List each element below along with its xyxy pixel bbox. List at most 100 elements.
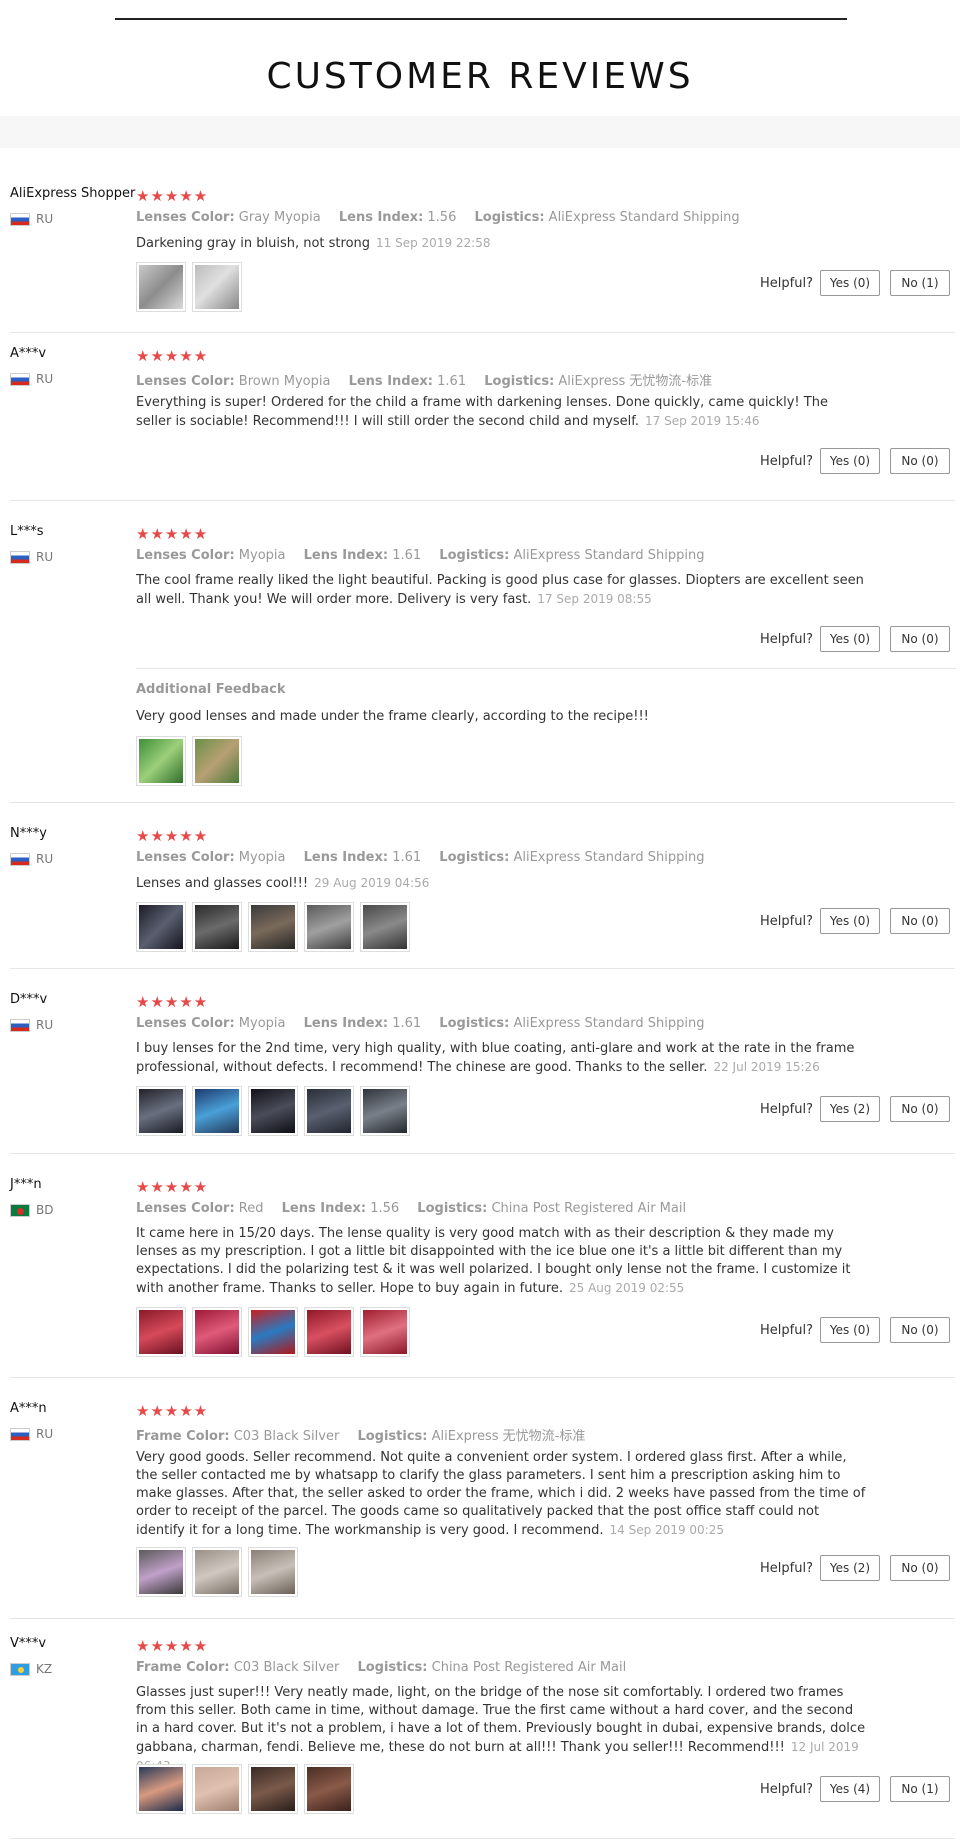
logistics-value: AliExpress Standard Shipping bbox=[548, 210, 740, 225]
review-photo[interactable] bbox=[360, 1086, 410, 1136]
lens-index-label: Lens Index: bbox=[338, 210, 424, 225]
helpful-no-button[interactable]: No (1) bbox=[890, 270, 950, 296]
review-photos bbox=[136, 1086, 410, 1136]
kazakhstan-flag-icon bbox=[10, 1662, 30, 1676]
logistics-value: AliExpress Standard Shipping bbox=[513, 1016, 705, 1031]
review-text: The cool frame really liked the light be… bbox=[136, 572, 866, 609]
review-photos bbox=[136, 262, 242, 312]
helpful-no-button[interactable]: No (1) bbox=[890, 1776, 950, 1802]
review-divider bbox=[10, 1377, 955, 1378]
lenses-color-label: Lenses Color: bbox=[136, 850, 235, 865]
helpful-yes-button[interactable]: Yes (0) bbox=[820, 270, 880, 296]
helpful-yes-button[interactable]: Yes (0) bbox=[820, 626, 880, 652]
helpful-label: Helpful? bbox=[760, 1323, 813, 1338]
review-photo[interactable] bbox=[136, 262, 186, 312]
reviewer-name: A***n bbox=[10, 1401, 47, 1416]
logistics-label: Logistics: bbox=[357, 1660, 428, 1675]
review-photo[interactable] bbox=[192, 1307, 242, 1357]
review-photo[interactable] bbox=[192, 736, 242, 786]
helpful-no-button[interactable]: No (0) bbox=[890, 908, 950, 934]
review-date: 17 Sep 2019 15:46 bbox=[645, 414, 760, 428]
review-date: 17 Sep 2019 08:55 bbox=[537, 592, 652, 606]
helpful-yes-button[interactable]: Yes (0) bbox=[820, 908, 880, 934]
logistics-value: AliExpress 无忧物流-标准 bbox=[558, 374, 713, 389]
country-code: RU bbox=[36, 1427, 54, 1441]
helpful-yes-button[interactable]: Yes (4) bbox=[820, 1776, 880, 1802]
review-text: Darkening gray in bluish, not strong 11 S… bbox=[136, 234, 866, 253]
helpful-no-button[interactable]: No (0) bbox=[890, 1555, 950, 1581]
helpful-label: Helpful? bbox=[760, 1561, 813, 1576]
review-photos bbox=[136, 902, 410, 952]
lens-index-label: Lens Index: bbox=[348, 374, 433, 389]
logistics-label: Logistics: bbox=[357, 1429, 428, 1444]
review-photo[interactable] bbox=[192, 1086, 242, 1136]
helpful-no-button[interactable]: No (0) bbox=[890, 448, 950, 474]
review-attributes: Lenses Color: Gray Myopia Lens Index: 1.… bbox=[136, 210, 754, 225]
lenses-color-label: Lenses Color: bbox=[136, 374, 235, 389]
rating-stars: ★★★★★ bbox=[136, 347, 209, 365]
lens-index-label: Lens Index: bbox=[303, 1016, 389, 1031]
review-photo[interactable] bbox=[192, 262, 242, 312]
review-photo[interactable] bbox=[192, 1547, 242, 1597]
lenses-color-value: Myopia bbox=[238, 850, 286, 865]
reviewer-country: KZ bbox=[10, 1662, 52, 1676]
review-divider bbox=[10, 1838, 955, 1839]
review-photo[interactable] bbox=[136, 902, 186, 952]
lens-index-value: 1.61 bbox=[392, 548, 422, 563]
lenses-color-value: Myopia bbox=[238, 548, 286, 563]
lenses-color-value: Brown Myopia bbox=[238, 374, 331, 389]
reviewer-country: BD bbox=[10, 1203, 53, 1217]
review-photo[interactable] bbox=[248, 902, 298, 952]
reviewer-country: RU bbox=[10, 550, 53, 564]
logistics-value: China Post Registered Air Mail bbox=[431, 1660, 627, 1675]
helpful-label: Helpful? bbox=[760, 1102, 813, 1117]
review-photos bbox=[136, 736, 242, 786]
review-divider bbox=[10, 968, 955, 969]
rating-stars: ★★★★★ bbox=[136, 525, 209, 543]
review-photo[interactable] bbox=[304, 1307, 354, 1357]
rating-stars: ★★★★★ bbox=[136, 187, 209, 205]
review-attributes: Frame Color: C03 Black Silver Logistics:… bbox=[136, 1660, 640, 1675]
reviewer-name: AliExpress Shopper bbox=[10, 186, 136, 201]
review-photo[interactable] bbox=[248, 1764, 298, 1814]
review-photo[interactable] bbox=[192, 1764, 242, 1814]
review-photo[interactable] bbox=[136, 1764, 186, 1814]
helpful-no-button[interactable]: No (0) bbox=[890, 1317, 950, 1343]
review-divider bbox=[10, 332, 955, 333]
reviewer-name: N***y bbox=[10, 826, 47, 841]
review-photo[interactable] bbox=[248, 1547, 298, 1597]
helpful-yes-button[interactable]: Yes (0) bbox=[820, 1317, 880, 1343]
review-photo[interactable] bbox=[304, 902, 354, 952]
review-photo[interactable] bbox=[136, 1086, 186, 1136]
helpful-yes-button[interactable]: Yes (2) bbox=[820, 1555, 880, 1581]
helpful-yes-button[interactable]: Yes (2) bbox=[820, 1096, 880, 1122]
review-photo[interactable] bbox=[192, 902, 242, 952]
helpful-label: Helpful? bbox=[760, 914, 813, 929]
review-photo[interactable] bbox=[360, 1307, 410, 1357]
review-photo[interactable] bbox=[304, 1086, 354, 1136]
helpful-yes-button[interactable]: Yes (0) bbox=[820, 448, 880, 474]
review-photo[interactable] bbox=[248, 1307, 298, 1357]
review-attributes: Frame Color: C03 Black Silver Logistics:… bbox=[136, 1425, 599, 1444]
logistics-label: Logistics: bbox=[439, 1016, 510, 1031]
logistics-label: Logistics: bbox=[439, 548, 510, 563]
russia-flag-icon bbox=[10, 1018, 30, 1032]
reviewer-country: RU bbox=[10, 852, 53, 866]
country-code: RU bbox=[36, 1018, 54, 1032]
helpful-no-button[interactable]: No (0) bbox=[890, 1096, 950, 1122]
review-photo[interactable] bbox=[304, 1764, 354, 1814]
review-photo[interactable] bbox=[136, 1307, 186, 1357]
reviewer-name: L***s bbox=[10, 524, 44, 539]
logistics-label: Logistics: bbox=[474, 210, 545, 225]
review-photo[interactable] bbox=[360, 902, 410, 952]
review-photo[interactable] bbox=[248, 1086, 298, 1136]
frame-color-value: C03 Black Silver bbox=[233, 1429, 340, 1444]
review-divider bbox=[10, 1618, 955, 1619]
review-text: I buy lenses for the 2nd time, very high… bbox=[136, 1040, 866, 1077]
country-code: RU bbox=[36, 550, 54, 564]
helpful-no-button[interactable]: No (0) bbox=[890, 626, 950, 652]
russia-flag-icon bbox=[10, 372, 30, 386]
country-code: RU bbox=[36, 852, 54, 866]
review-photo[interactable] bbox=[136, 1547, 186, 1597]
review-photo[interactable] bbox=[136, 736, 186, 786]
